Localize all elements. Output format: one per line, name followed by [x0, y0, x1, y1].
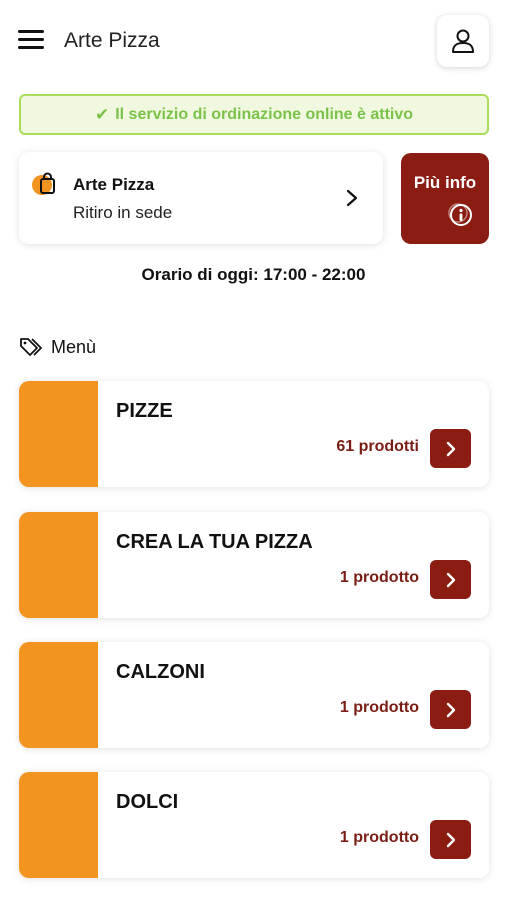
store-name: Arte Pizza	[73, 175, 155, 194]
user-icon	[452, 29, 474, 53]
chevron-right-icon	[346, 189, 358, 207]
category-thumbnail	[19, 381, 98, 487]
check-icon: ✔	[94, 104, 110, 124]
category-name: CREA LA TUA PIZZA	[116, 531, 313, 553]
opening-hours: Orario di oggi: 17:00 - 22:00	[141, 265, 366, 284]
category-thumbnail	[19, 772, 98, 878]
info-icon	[448, 203, 472, 226]
open-category-button[interactable]	[430, 820, 471, 859]
chevron-right-icon	[446, 702, 455, 717]
more-info-button[interactable]: Più info	[401, 153, 489, 244]
category-thumbnail	[19, 642, 98, 748]
category-product-count: 1 prodotto	[339, 829, 419, 846]
category-product-count: 1 prodotto	[339, 699, 419, 716]
user-account-button[interactable]	[437, 15, 489, 67]
open-category-button[interactable]	[430, 560, 471, 599]
more-info-label: Più info	[413, 173, 477, 192]
ordering-status-banner: ✔ Il servizio di ordinazione online è at…	[19, 94, 489, 135]
chevron-right-icon	[446, 832, 455, 847]
order-mode: Ritiro in sede	[73, 203, 173, 222]
category-card-pizze[interactable]: PIZZE 61 prodotti	[19, 381, 489, 487]
tag-icon	[20, 338, 42, 356]
open-category-button[interactable]	[430, 429, 471, 468]
category-card-calzoni[interactable]: CALZONI 1 prodotto	[19, 642, 489, 748]
category-name: DOLCI	[116, 791, 179, 813]
chevron-right-icon	[446, 572, 455, 587]
open-category-button[interactable]	[430, 690, 471, 729]
menu-heading-text: Menù	[51, 336, 97, 357]
category-product-count: 1 prodotto	[339, 569, 419, 586]
menu-heading: Menù	[19, 335, 96, 359]
app-title: Arte Pizza	[64, 29, 160, 52]
category-card-dolci[interactable]: DOLCI 1 prodotto	[19, 772, 489, 878]
top-bar: Arte Pizza	[0, 0, 507, 84]
ordering-status-text: Il servizio di ordinazione online è atti…	[115, 105, 414, 123]
category-thumbnail	[19, 512, 98, 618]
category-name: CALZONI	[116, 661, 205, 683]
category-card-crea-la-tua-pizza[interactable]: CREA LA TUA PIZZA 1 prodotto	[19, 512, 489, 618]
category-name: PIZZE	[116, 400, 173, 422]
category-product-count: 61 prodotti	[336, 438, 419, 455]
shopping-bag-icon	[32, 172, 55, 195]
chevron-right-icon	[446, 441, 455, 456]
store-selector-card[interactable]: Arte Pizza Ritiro in sede	[19, 152, 383, 244]
hamburger-menu-icon[interactable]	[18, 28, 44, 52]
